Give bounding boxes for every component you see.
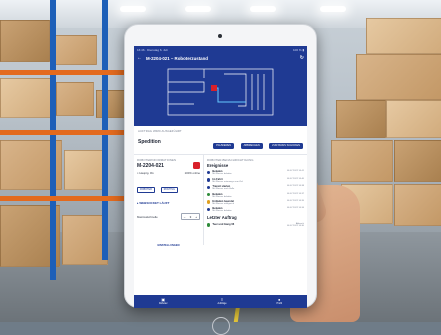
bottom-nav: ▣ Roboter ≡ Aufträge ● Profil	[134, 295, 307, 308]
status-dot	[207, 223, 211, 227]
job-name: Spedition	[138, 139, 161, 145]
event-item[interactable]: Transit starten Mit Wasser nach Halle 06.0…	[207, 185, 304, 190]
shelving-rack-left	[0, 0, 128, 322]
websocket-status-label: WEBSOCKET LÄUFT	[139, 201, 170, 205]
status-bar-right: 100 % ▮	[293, 47, 304, 52]
event-time: 06.07.2022 16:37	[286, 192, 304, 195]
rack-beam	[0, 196, 128, 201]
nav-profile[interactable]: ● Profil	[276, 298, 282, 306]
event-item[interactable]: Beladen Mit Wasser beladen 06.07.2022 16:4…	[207, 170, 304, 175]
details-split: ROBOTERINFORMATIONEN M-2204-021 ⌖ Hauptg…	[134, 155, 307, 247]
speed-label: Maximalschnelle	[137, 214, 158, 219]
arrow-left-icon[interactable]: ←	[137, 56, 142, 61]
robot-mode: online	[192, 171, 200, 175]
send-to-base-button[interactable]: ZUR BASIS SCHICKEN	[269, 142, 303, 149]
refresh-icon[interactable]: ↻	[300, 56, 304, 61]
cardboard-box	[0, 78, 52, 118]
page-title: M-2204-021 – Roboterzustand	[146, 56, 208, 61]
map-wall	[168, 81, 205, 93]
map-wall	[224, 73, 247, 107]
nav-robots[interactable]: ▣ Roboter	[158, 298, 168, 306]
status-dot	[207, 207, 211, 212]
current-job-section: AUFTRAG WIRD AUSGEFÜHRT Spedition PAUSIE…	[134, 126, 307, 155]
status-dot	[207, 178, 211, 182]
robot-id: M-2204-021	[137, 162, 164, 169]
nav-profile-label: Profil	[276, 302, 282, 305]
increment-button[interactable]: +	[193, 214, 199, 219]
robot-info-panel: ROBOTERINFORMATIONEN M-2204-021 ⌖ Hauptg…	[134, 155, 204, 247]
last-job-title: Letzter Auftrag	[207, 215, 237, 221]
cancel-button[interactable]: ABBRECHEN	[240, 142, 263, 149]
rack-beam	[0, 130, 128, 135]
robot-location: Hauptg. 0G	[139, 171, 154, 175]
status-dot	[207, 200, 211, 204]
event-time: 06.07.2022 16:35	[286, 199, 304, 202]
app-screen: 16:46 · Dienstag 6. Juli 100 % ▮ ← M-220…	[134, 46, 307, 308]
event-subtitle: Mit Wasser beladen	[212, 195, 232, 198]
camera-icon	[218, 34, 222, 38]
event-time: 06.07.2022 16:34	[286, 207, 304, 210]
status-bar: 16:46 · Dienstag 6. Juli 100 % ▮	[134, 46, 307, 53]
tag-routing: ROUTING	[160, 186, 178, 193]
cardboard-box	[336, 100, 386, 138]
cardboard-box	[356, 54, 441, 100]
rack-beam	[0, 70, 128, 75]
robot-marker-icon[interactable]	[211, 85, 217, 91]
cardboard-box	[0, 20, 50, 62]
cardboard-box	[394, 184, 441, 226]
robot-map[interactable]	[134, 64, 307, 126]
status-bar-left: 16:46 · Dienstag 6. Juli	[137, 47, 168, 52]
event-item[interactable]: Entladen beendet Mit Wasser erfolgreich 06…	[207, 200, 304, 205]
event-subtitle: Mit Wasser beladen	[212, 210, 232, 213]
event-subtitle: Mit Wasser unterwegs zum Ziel	[212, 180, 243, 183]
nav-jobs-label: Aufträge	[217, 302, 227, 305]
ceiling-light	[185, 6, 211, 12]
event-time: 06.07.2022 16:38	[286, 185, 304, 188]
robot-route	[214, 87, 246, 103]
cardboard-box	[331, 140, 393, 182]
status-dot	[207, 185, 211, 189]
speed-stepper[interactable]: − 3 +	[180, 213, 200, 220]
event-item[interactable]: Im Fahrt Mit Wasser unterwegs zum Ziel 06.…	[207, 178, 304, 183]
app-bar: ← M-2204-021 – Roboterzustand ↻	[134, 53, 307, 64]
cardboard-box	[394, 140, 441, 182]
status-dot	[207, 192, 211, 197]
event-subtitle: Mit Wasser nach Halle	[212, 188, 235, 191]
ceiling-light	[250, 6, 276, 12]
events-panel: ROBOTER-BENACHRICHTIGUNG Ereignisse Bela…	[204, 155, 307, 245]
robot-battery: 100%	[184, 171, 192, 175]
settings-link[interactable]: EINSTELLUNGEN	[137, 244, 200, 247]
tag-robot: ROBOTER	[137, 186, 155, 193]
status-dot	[207, 170, 211, 175]
rack-upright	[50, 0, 56, 280]
event-item[interactable]: Beladen Mit Wasser beladen 06.07.2022 16:3…	[207, 193, 304, 198]
floor-plan	[167, 68, 274, 116]
cardboard-box	[386, 100, 441, 138]
nav-robots-label: Roboter	[158, 302, 168, 305]
last-job-name: Tuer und Gang 06	[212, 222, 235, 226]
event-time: 06.07.2022 16:40	[286, 177, 304, 180]
nav-jobs[interactable]: ≡ Aufträge	[217, 298, 227, 306]
events-title: Ereignisse	[207, 163, 229, 168]
pause-button[interactable]: PAUSIEREN	[213, 142, 235, 149]
last-job-item[interactable]: Tuer und Gang 06 Abbruch 06.07.2022 16:3…	[207, 223, 304, 227]
tablet-device: 16:46 · Dienstag 6. Juli 100 % ▮ ← M-220…	[124, 24, 317, 335]
event-item[interactable]: Beladen Mit Wasser beladen 06.07.2022 16:3…	[207, 207, 304, 212]
cardboard-box	[55, 35, 97, 65]
cardboard-box	[64, 150, 104, 190]
home-button[interactable]	[212, 317, 230, 335]
last-job-time: 06.07.2022 16:30	[286, 224, 304, 227]
cardboard-box	[56, 82, 94, 116]
speed-control: Maximalschnelle − 3 +	[137, 213, 200, 220]
event-list: Beladen Mit Wasser beladen 06.07.2022 16:4…	[207, 170, 304, 212]
event-subtitle: Mit Wasser beladen	[212, 173, 232, 176]
websocket-status: ▸ WEBSOCKET LÄUFT	[137, 201, 170, 205]
event-time: 06.07.2022 16:41	[286, 170, 304, 173]
robot-icon	[193, 162, 200, 169]
events-caption: ROBOTER-BENACHRICHTIGUNG	[207, 158, 254, 162]
event-subtitle: Mit Wasser erfolgreich	[212, 202, 235, 205]
cardboard-box	[366, 18, 441, 54]
